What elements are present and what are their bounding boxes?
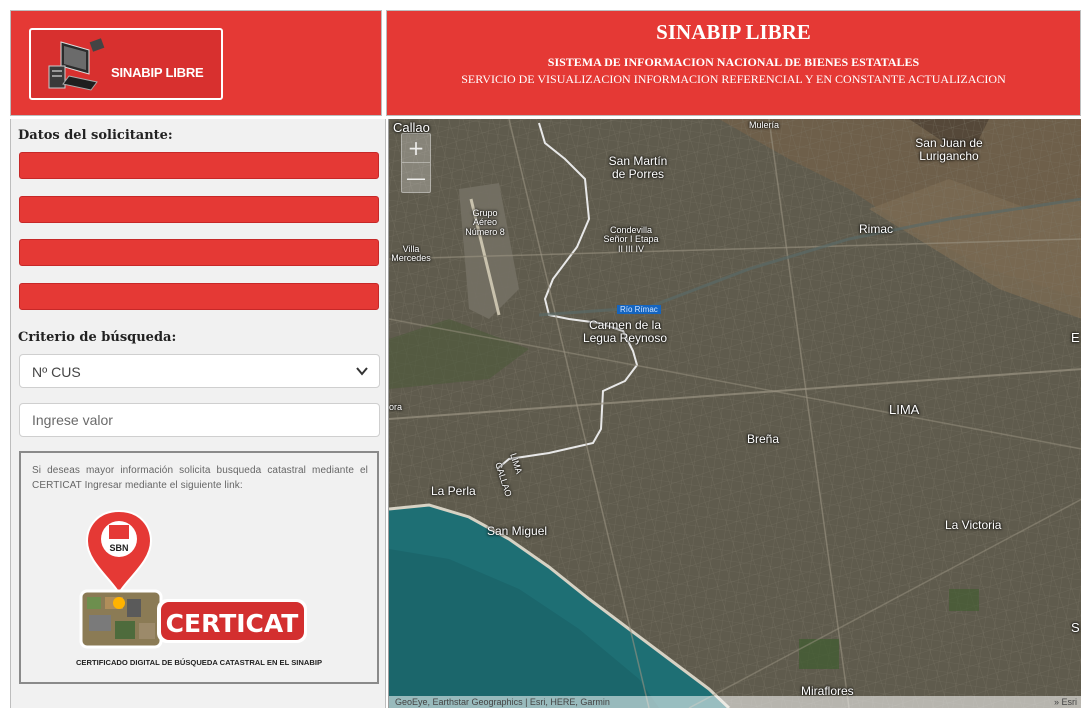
app-title: SINABIP LIBRE: [656, 20, 811, 44]
certicat-info-text: Si deseas mayor información solicita bus…: [32, 465, 368, 491]
map-label-callao: Callao: [393, 120, 430, 135]
satellite-map[interactable]: + — Callao Mulería San Martín de Porres …: [388, 119, 1081, 708]
map-label-edge-e: E: [1071, 330, 1080, 345]
applicant-field-4[interactable]: [19, 283, 379, 310]
certicat-link-banner[interactable]: SBN CERTICAT CERTIFICADO DIGITAL DE BÚSQ…: [31, 501, 367, 681]
map-label-rimac: Rimac: [859, 222, 894, 236]
map-label-carmen-legua: Carmen de la Legua Reynoso: [582, 318, 668, 345]
zoom-in-button[interactable]: +: [402, 134, 430, 163]
map-label-san-juan: San Juan de Lurigancho: [915, 136, 983, 163]
map-attribution-esri[interactable]: » Esri: [1054, 696, 1077, 708]
map-label-san-martin: San Martín de Porres: [608, 154, 668, 181]
applicant-field-2[interactable]: [19, 196, 379, 223]
map-label-san-miguel: San Miguel: [487, 524, 548, 538]
search-criteria-value: Nº CUS: [32, 364, 81, 380]
logo-panel: SINABIP LIBRE: [10, 10, 382, 116]
search-value-input[interactable]: [19, 403, 380, 437]
map-label-brena: Breña: [747, 432, 780, 446]
search-criteria-label: Criterio de búsqueda:: [18, 330, 177, 345]
map-label-condevilla: Condevilla Señor I Etapa II III IV: [603, 225, 659, 254]
title-banner: SINABIP LIBRE SISTEMA DE INFORMACION NAC…: [386, 10, 1081, 116]
chevron-down-icon: [356, 367, 368, 376]
map-label-villa-mercedes: Villa Mercedes: [391, 244, 431, 264]
map-label-lima: LIMA: [889, 402, 920, 417]
search-criteria-select[interactable]: Nº CUS: [19, 354, 380, 388]
sbn-badge-text: SBN: [109, 543, 128, 553]
zoom-out-button[interactable]: —: [402, 163, 430, 192]
certicat-info-box: Si deseas mayor información solicita bus…: [19, 451, 379, 684]
map-label-la-victoria: La Victoria: [945, 518, 1002, 532]
logo-text: SINABIP LIBRE: [111, 65, 204, 80]
applicant-data-label: Datos del solicitante:: [18, 128, 173, 143]
app-service-description: SERVICIO DE VISUALIZACION INFORMACION RE…: [461, 72, 1006, 86]
computer-logo-icon: [48, 38, 105, 91]
map-label-la-perla: La Perla: [431, 484, 476, 498]
map-attribution: GeoEye, Earthstar Geographics | Esri, HE…: [389, 696, 1081, 708]
map-label-edge-s: S: [1071, 620, 1080, 635]
map-label-edge-ora: ora: [389, 402, 403, 412]
applicant-field-3[interactable]: [19, 239, 379, 266]
map-label-grupo-aereo: Grupo Aéreo Número 8: [465, 208, 505, 237]
sinabip-logo[interactable]: SINABIP LIBRE: [29, 28, 223, 100]
applicant-field-1[interactable]: [19, 152, 379, 179]
zoom-control: + —: [401, 133, 431, 193]
certicat-wordmark: CERTICAT: [166, 609, 299, 638]
search-sidebar: Datos del solicitante: Criterio de búsqu…: [10, 119, 386, 708]
app-subtitle: SISTEMA DE INFORMACION NACIONAL DE BIENE…: [547, 55, 920, 69]
map-label-rio-rimac: Río Rímac: [617, 305, 661, 314]
certicat-caption: CERTIFICADO DIGITAL DE BÚSQUEDA CATASTRA…: [76, 658, 322, 667]
map-label-muleria: Mulería: [749, 120, 780, 130]
